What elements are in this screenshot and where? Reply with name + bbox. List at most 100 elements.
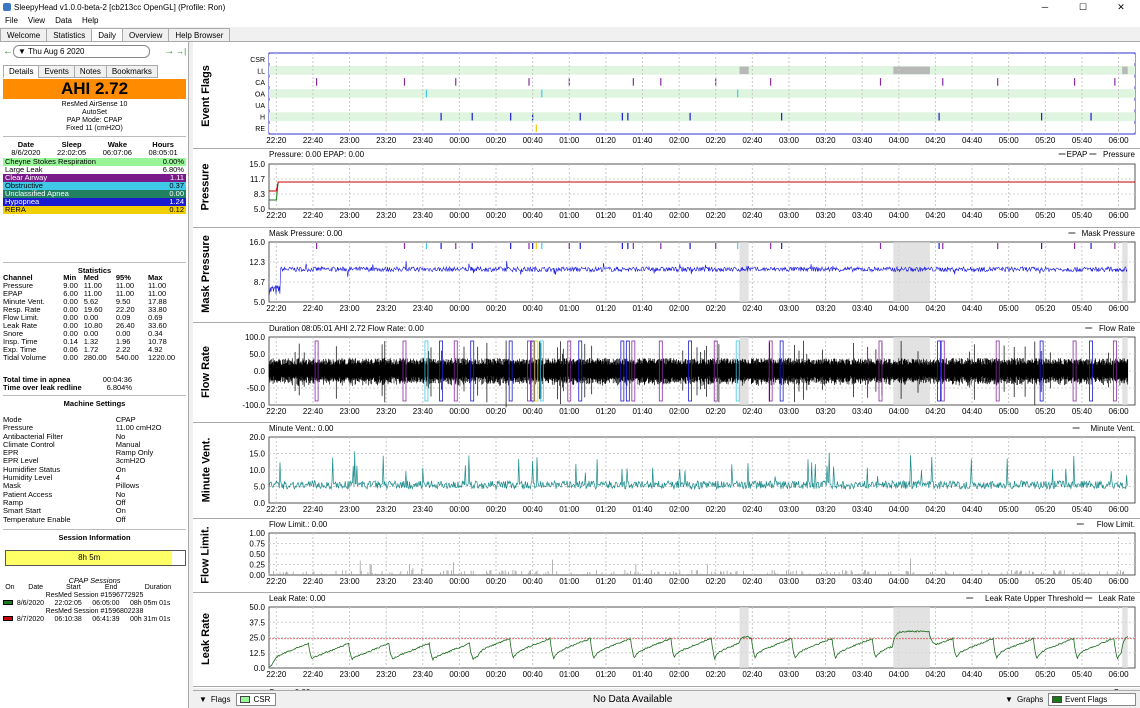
x-tick-label: 04:00 [889,505,910,514]
menu-file[interactable]: File [0,14,23,27]
x-tick-label: 02:40 [742,136,763,144]
session-start: 06:10:38 [54,616,82,623]
x-tick-label: 01:20 [596,136,617,144]
leak-rate-graph[interactable]: Leak Rate Leak Rate: 0.00 Leak Rate Leak Ra… [193,593,1140,685]
graphs-select[interactable]: Event Flags [1048,693,1136,706]
x-tick-label: 01:20 [596,577,617,586]
setting-value: 3cmH2O [115,456,146,466]
setting-name: Temperature Enable [3,514,71,524]
tab-bookmarks[interactable]: Bookmarks [105,65,158,78]
flow-limit-graph[interactable]: Flow Limit. Flow Limit.: 0.00 Flow Limit. 2… [193,519,1140,591]
x-tick-label: 23:20 [376,577,397,586]
x-tick-label: 00:20 [486,505,507,514]
x-tick-label: 01:40 [632,211,653,220]
y-tick-label: 25.0 [249,634,265,643]
tab-notes[interactable]: Notes [73,65,107,78]
pressure-graph[interactable]: Pressure Pressure: 0.00 EPAP: 0.00 Pressur… [193,149,1140,225]
y-tick-label: 12.3 [249,258,265,267]
x-tick-label: 05:40 [1072,304,1093,313]
session-date: 8/7/2020 [16,616,45,623]
flow-rate-graph[interactable]: Flow Rate Duration 08:05:01 AHI 2.72 Flow… [193,323,1140,421]
session-label: ResMed Session #1596772925 [45,592,144,599]
event-flags-graph[interactable]: Event Flags CSR LL CA OA UA H RE 22:20 22:40 23:00… [193,48,1140,144]
x-tick-label: 00:20 [486,407,507,416]
x-tick-label: 03:20 [816,407,837,416]
prev-day-button[interactable]: ← [3,46,13,57]
setting-value: On [115,464,126,474]
tab-statistics[interactable]: Statistics [46,28,93,41]
x-tick-label: 22:20 [266,136,287,144]
x-tick-label: 01:40 [632,304,653,313]
x-tick-label: 23:20 [376,136,397,144]
menu-data[interactable]: Data [50,14,77,27]
session-end: 06:41:39 [92,616,120,623]
tab-welcome[interactable]: Welcome [0,28,48,41]
session-checkbox[interactable] [3,616,17,624]
y-tick-label: 10.0 [249,466,265,475]
next-day-button[interactable]: → [164,46,174,57]
menu-help[interactable]: Help [77,14,103,27]
y-tick-label: 0.00 [249,571,265,580]
setting-value: Off [115,514,126,524]
minute-vent-graph[interactable]: Minute Vent. Minute Vent.: 0.00 Minute Ven… [193,423,1140,517]
tab-details[interactable]: Details [3,65,40,78]
tab-daily[interactable]: Daily [91,28,123,41]
x-tick-label: 03:20 [816,136,837,144]
x-tick-label: 23:00 [340,136,361,144]
x-tick-label: 22:20 [266,304,287,313]
x-tick-label: 03:00 [779,211,800,220]
graph-canvas[interactable]: CSR LL CA OA UA H RE22:20 22:40 23:00 23:20 23:40 0… [219,48,1140,144]
x-tick-label: 05:20 [1035,211,1056,220]
session-row[interactable]: 8/6/2020 22:02:05 06:05:00 08h 05m 01s [3,600,186,608]
y-tick-label: 11.7 [250,175,266,184]
flow-limit-axis-title: Flow Limit. [193,519,219,591]
session-label-row: ResMed Session #1596802238 [3,608,186,616]
graph-canvas[interactable]: Mask Pressure: 0.00 Mask Pressure 22:20 22:… [219,228,1140,320]
x-tick-label: 00:00 [449,505,470,514]
x-tick-label: 01:40 [632,670,653,679]
x-tick-label: 03:00 [779,407,800,416]
graph-canvas[interactable]: Flow Limit.: 0.00 Flow Limit. 22:20 22:40 23… [219,519,1140,591]
graphs-dropdown-icon[interactable]: ▼ [1005,695,1013,704]
index-row: Hypopnea 1.24 [3,198,186,206]
graph-canvas[interactable]: Minute Vent.: 0.00 Minute Vent. 22:20 22:40… [219,423,1140,517]
session-checkbox[interactable] [3,600,17,608]
tab-overview[interactable]: Overview [122,28,170,41]
x-tick-label: 22:40 [303,211,324,220]
statistics-table: Channel Min Med 95% Max Pressure 9.00 11.00 11.… [3,274,186,362]
session-duration-fill: 8h 5m [6,551,173,565]
x-tick-label: 04:40 [962,505,983,514]
x-tick-label: 00:00 [449,304,470,313]
x-tick-label: 02:00 [669,211,690,220]
session-row[interactable]: 8/7/2020 06:10:38 06:41:39 00h 31m 01s [3,616,186,624]
sleep-time: 22:02:05 [57,148,87,157]
event-flags-axis-title: Event Flags [193,48,219,144]
graph-canvas[interactable]: Pressure: 0.00 EPAP: 0.00 Pressure EPAP 22:… [219,149,1140,225]
large-leak-zone [1122,242,1128,302]
session-duration: 08h 05m 01s [129,600,171,607]
date-picker[interactable]: ▼ Thu Aug 6 2020 [13,44,151,58]
x-tick-label: 00:40 [523,136,544,144]
graph-canvas[interactable]: Duration 08:05:01 AHI 2.72 Flow Rate: 0.… [219,323,1140,421]
graph-readout: Flow Limit.: 0.00 [269,520,328,529]
x-tick-label: 05:00 [999,670,1020,679]
mask-pressure-graph[interactable]: Mask Pressure Mask Pressure: 0.00 Mask Pre… [193,228,1140,320]
minimize-button[interactable]: ─ [1026,0,1064,14]
menu-view[interactable]: View [23,14,50,27]
flags-dropdown-icon[interactable]: ▼ [199,695,207,704]
x-tick-label: 04:00 [889,407,910,416]
close-button[interactable]: ✕ [1102,0,1140,14]
tab-help-browser[interactable]: Help Browser [168,28,231,41]
flags-select[interactable]: CSR [236,693,277,706]
calendar-jump-icon[interactable]: →| [174,47,188,56]
maximize-button[interactable]: ☐ [1064,0,1102,14]
large-leak-zone [893,242,930,302]
x-tick-label: 03:20 [816,505,837,514]
x-tick-label: 02:20 [706,577,727,586]
x-tick-label: 02:20 [706,407,727,416]
table-row: Tidal Volume 0.00 280.00 540.00 1220.00 [3,354,186,362]
session-info-title: Session Information [58,533,131,542]
graph-canvas[interactable]: Leak Rate: 0.00 Leak Rate Leak Rate Upper … [219,593,1140,685]
tab-events[interactable]: Events [38,65,75,78]
index-value: 0.12 [169,205,184,214]
